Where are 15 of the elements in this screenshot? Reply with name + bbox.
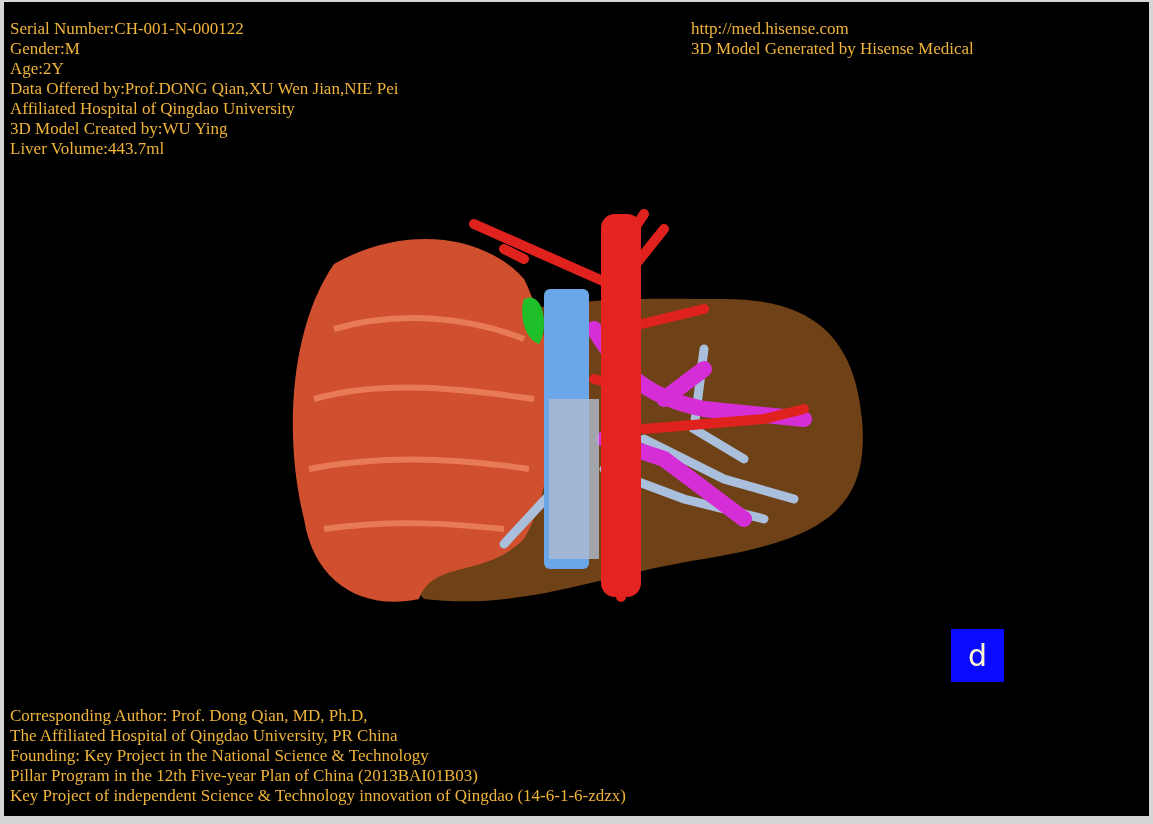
info-line: Liver Volume:443.7ml (10, 139, 165, 159)
info-line: Gender:M (10, 39, 80, 59)
credit-line: Corresponding Author: Prof. Dong Qian, MD, Ph.D, (10, 706, 368, 726)
info-line: Serial Number:CH-001-N-000122 (10, 19, 244, 39)
credit-line: Founding: Key Project in the National Science & Technology (10, 746, 429, 766)
credit-line: Key Project of independent Science & Technology innovation of Qingdao (14-6-1-6-zdzx) (10, 786, 626, 806)
info-line: http://med.hisense.com (691, 19, 849, 39)
info-line: 3D Model Created by:WU Ying (10, 119, 228, 139)
orientation-marker: d (951, 629, 1004, 682)
credit-line: The Affiliated Hospital of Qingdao University, PR China (10, 726, 398, 746)
info-line: 3D Model Generated by Hisense Medical (691, 39, 974, 59)
credit-line: Pillar Program in the 12th Five-year Plan of China (2013BAI01B03) (10, 766, 478, 786)
info-line: Age:2Y (10, 59, 64, 79)
info-line: Affiliated Hospital of Qingdao University (10, 99, 295, 119)
info-line: Data Offered by:Prof.DONG Qian,XU Wen Jian,NIE Pei (10, 79, 399, 99)
